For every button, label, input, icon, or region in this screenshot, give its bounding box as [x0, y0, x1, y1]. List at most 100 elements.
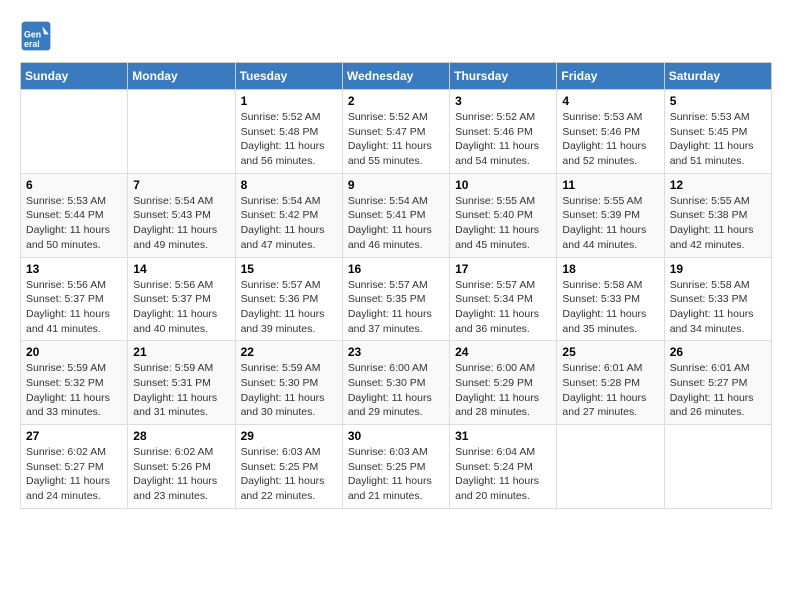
calendar-cell	[557, 425, 664, 509]
calendar-cell: 9 Sunrise: 5:54 AMSunset: 5:41 PMDaylight…	[342, 173, 449, 257]
day-number: 11	[562, 178, 658, 192]
calendar-cell: 30Sunrise: 6:03 AMSunset: 5:25 PMDayligh…	[342, 425, 449, 509]
calendar-table: SundayMondayTuesdayWednesdayThursdayFrid…	[20, 62, 772, 509]
day-number: 5	[670, 94, 766, 108]
calendar-cell: 5 Sunrise: 5:53 AMSunset: 5:45 PMDaylight…	[664, 90, 771, 174]
calendar-cell: 7 Sunrise: 5:54 AMSunset: 5:43 PMDaylight…	[128, 173, 235, 257]
day-info: Sunrise: 6:00 AMSunset: 5:30 PMDaylight:…	[348, 361, 444, 420]
day-info: Sunrise: 5:52 AMSunset: 5:46 PMDaylight:…	[455, 110, 551, 169]
day-number: 26	[670, 345, 766, 359]
calendar-cell: 20 Sunrise: 5:59 AMSunset: 5:32 PMDayligh…	[21, 341, 128, 425]
weekday-header: Friday	[557, 63, 664, 90]
day-number: 22	[241, 345, 337, 359]
day-number: 18	[562, 262, 658, 276]
day-number: 28	[133, 429, 229, 443]
day-info: Sunrise: 5:55 AMSunset: 5:39 PMDaylight:…	[562, 194, 658, 253]
svg-text:Gen: Gen	[24, 30, 41, 40]
calendar-cell: 18Sunrise: 5:58 AMSunset: 5:33 PMDayligh…	[557, 257, 664, 341]
calendar-cell	[128, 90, 235, 174]
day-number: 1	[241, 94, 337, 108]
day-info: Sunrise: 6:01 AMSunset: 5:28 PMDaylight:…	[562, 361, 658, 420]
calendar-cell: 15 Sunrise: 5:57 AMSunset: 5:36 PMDayligh…	[235, 257, 342, 341]
weekday-header: Tuesday	[235, 63, 342, 90]
day-info: Sunrise: 5:56 AMSunset: 5:37 PMDaylight:…	[133, 278, 229, 337]
day-number: 6	[26, 178, 122, 192]
day-info: Sunrise: 5:59 AMSunset: 5:30 PMDaylight:…	[241, 361, 337, 420]
day-info: Sunrise: 6:03 AMSunset: 5:25 PMDaylight:…	[241, 445, 337, 504]
day-info: Sunrise: 6:03 AMSunset: 5:25 PMDaylight:…	[348, 445, 444, 504]
calendar-cell: 17 Sunrise: 5:57 AMSunset: 5:34 PMDayligh…	[450, 257, 557, 341]
day-number: 8	[241, 178, 337, 192]
calendar-cell: 27Sunrise: 6:02 AMSunset: 5:27 PMDayligh…	[21, 425, 128, 509]
day-info: Sunrise: 5:57 AMSunset: 5:35 PMDaylight:…	[348, 278, 444, 337]
day-number: 23	[348, 345, 444, 359]
day-number: 29	[241, 429, 337, 443]
day-number: 21	[133, 345, 229, 359]
day-info: Sunrise: 6:00 AMSunset: 5:29 PMDaylight:…	[455, 361, 551, 420]
day-number: 14	[133, 262, 229, 276]
weekday-header: Thursday	[450, 63, 557, 90]
page-header: Gen eral	[20, 20, 772, 52]
calendar-cell: 14 Sunrise: 5:56 AMSunset: 5:37 PMDayligh…	[128, 257, 235, 341]
day-number: 16	[348, 262, 444, 276]
weekday-header: Monday	[128, 63, 235, 90]
svg-text:eral: eral	[24, 39, 40, 49]
calendar-cell: 11 Sunrise: 5:55 AMSunset: 5:39 PMDayligh…	[557, 173, 664, 257]
calendar-cell: 8 Sunrise: 5:54 AMSunset: 5:42 PMDaylight…	[235, 173, 342, 257]
weekday-header: Saturday	[664, 63, 771, 90]
day-number: 3	[455, 94, 551, 108]
calendar-week-row: 20 Sunrise: 5:59 AMSunset: 5:32 PMDayligh…	[21, 341, 772, 425]
calendar-cell: 25 Sunrise: 6:01 AMSunset: 5:28 PMDayligh…	[557, 341, 664, 425]
day-number: 17	[455, 262, 551, 276]
calendar-cell: 28 Sunrise: 6:02 AMSunset: 5:26 PMDayligh…	[128, 425, 235, 509]
calendar-week-row: 1 Sunrise: 5:52 AMSunset: 5:48 PMDaylight…	[21, 90, 772, 174]
day-info: Sunrise: 5:53 AMSunset: 5:45 PMDaylight:…	[670, 110, 766, 169]
calendar-cell: 24 Sunrise: 6:00 AMSunset: 5:29 PMDayligh…	[450, 341, 557, 425]
weekday-header: Wednesday	[342, 63, 449, 90]
day-info: Sunrise: 6:02 AMSunset: 5:26 PMDaylight:…	[133, 445, 229, 504]
day-number: 19	[670, 262, 766, 276]
day-number: 10	[455, 178, 551, 192]
calendar-cell: 2Sunrise: 5:52 AMSunset: 5:47 PMDaylight…	[342, 90, 449, 174]
day-info: Sunrise: 5:59 AMSunset: 5:31 PMDaylight:…	[133, 361, 229, 420]
logo: Gen eral	[20, 20, 58, 52]
day-info: Sunrise: 6:04 AMSunset: 5:24 PMDaylight:…	[455, 445, 551, 504]
day-info: Sunrise: 5:53 AMSunset: 5:44 PMDaylight:…	[26, 194, 122, 253]
day-info: Sunrise: 5:52 AMSunset: 5:48 PMDaylight:…	[241, 110, 337, 169]
day-number: 12	[670, 178, 766, 192]
day-number: 24	[455, 345, 551, 359]
calendar-cell: 4Sunrise: 5:53 AMSunset: 5:46 PMDaylight…	[557, 90, 664, 174]
calendar-cell: 10Sunrise: 5:55 AMSunset: 5:40 PMDayligh…	[450, 173, 557, 257]
day-number: 13	[26, 262, 122, 276]
calendar-cell: 1 Sunrise: 5:52 AMSunset: 5:48 PMDaylight…	[235, 90, 342, 174]
calendar-cell	[664, 425, 771, 509]
calendar-cell: 26 Sunrise: 6:01 AMSunset: 5:27 PMDayligh…	[664, 341, 771, 425]
day-number: 2	[348, 94, 444, 108]
calendar-cell: 31Sunrise: 6:04 AMSunset: 5:24 PMDayligh…	[450, 425, 557, 509]
day-number: 20	[26, 345, 122, 359]
day-info: Sunrise: 5:59 AMSunset: 5:32 PMDaylight:…	[26, 361, 122, 420]
calendar-cell: 3 Sunrise: 5:52 AMSunset: 5:46 PMDaylight…	[450, 90, 557, 174]
calendar-week-row: 6 Sunrise: 5:53 AMSunset: 5:44 PMDaylight…	[21, 173, 772, 257]
day-info: Sunrise: 5:57 AMSunset: 5:36 PMDaylight:…	[241, 278, 337, 337]
calendar-cell: 16 Sunrise: 5:57 AMSunset: 5:35 PMDayligh…	[342, 257, 449, 341]
day-number: 15	[241, 262, 337, 276]
day-info: Sunrise: 5:55 AMSunset: 5:38 PMDaylight:…	[670, 194, 766, 253]
day-info: Sunrise: 5:54 AMSunset: 5:42 PMDaylight:…	[241, 194, 337, 253]
calendar-cell	[21, 90, 128, 174]
calendar-week-row: 13 Sunrise: 5:56 AMSunset: 5:37 PMDayligh…	[21, 257, 772, 341]
day-number: 25	[562, 345, 658, 359]
calendar-week-row: 27Sunrise: 6:02 AMSunset: 5:27 PMDayligh…	[21, 425, 772, 509]
day-info: Sunrise: 6:01 AMSunset: 5:27 PMDaylight:…	[670, 361, 766, 420]
day-number: 7	[133, 178, 229, 192]
calendar-cell: 12 Sunrise: 5:55 AMSunset: 5:38 PMDayligh…	[664, 173, 771, 257]
day-number: 9	[348, 178, 444, 192]
calendar-cell: 23 Sunrise: 6:00 AMSunset: 5:30 PMDayligh…	[342, 341, 449, 425]
day-info: Sunrise: 5:54 AMSunset: 5:41 PMDaylight:…	[348, 194, 444, 253]
calendar-cell: 29 Sunrise: 6:03 AMSunset: 5:25 PMDayligh…	[235, 425, 342, 509]
day-info: Sunrise: 5:57 AMSunset: 5:34 PMDaylight:…	[455, 278, 551, 337]
day-info: Sunrise: 5:56 AMSunset: 5:37 PMDaylight:…	[26, 278, 122, 337]
calendar-cell: 6 Sunrise: 5:53 AMSunset: 5:44 PMDaylight…	[21, 173, 128, 257]
calendar-cell: 22 Sunrise: 5:59 AMSunset: 5:30 PMDayligh…	[235, 341, 342, 425]
day-info: Sunrise: 5:54 AMSunset: 5:43 PMDaylight:…	[133, 194, 229, 253]
